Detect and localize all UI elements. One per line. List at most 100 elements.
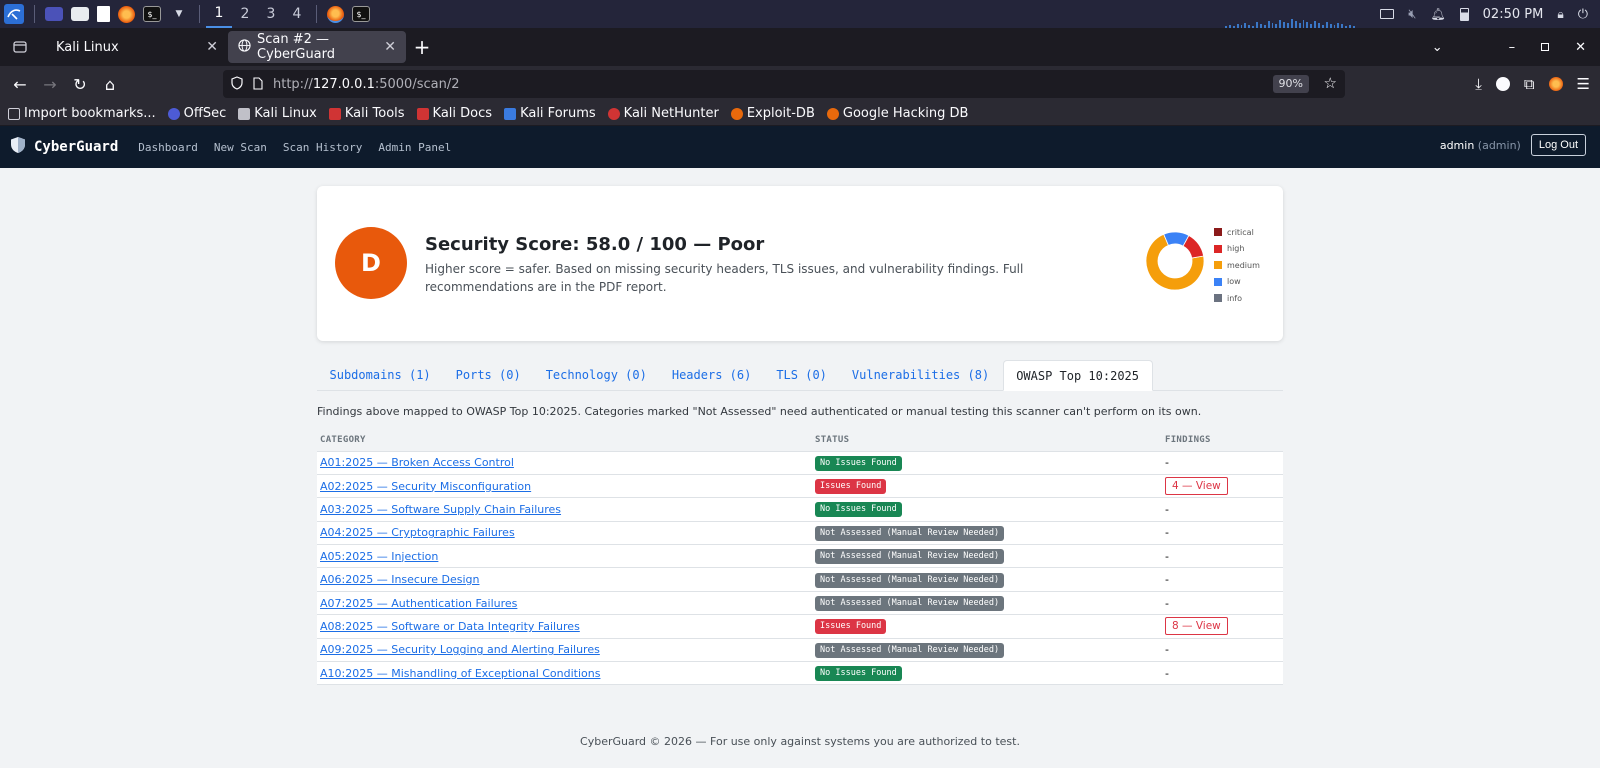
legend-item-info: info: [1214, 290, 1260, 307]
nav-scan-history[interactable]: Scan History: [283, 141, 362, 154]
close-icon[interactable]: ✕: [206, 39, 218, 55]
account-icon[interactable]: [1495, 77, 1510, 91]
view-findings-button[interactable]: 4 — View: [1165, 477, 1228, 496]
bookmark-offsec[interactable]: OffSec: [167, 106, 226, 121]
category-link[interactable]: A01:2025 — Broken Access Control: [320, 456, 514, 469]
category-link[interactable]: A07:2025 — Authentication Failures: [320, 597, 517, 610]
extensions-icon[interactable]: ⧉: [1524, 75, 1535, 93]
url-bar[interactable]: http://127.0.0.1:5000/scan/2 90% ☆: [223, 70, 1345, 98]
chevron-down-icon[interactable]: ▼: [169, 4, 189, 24]
tab-headers[interactable]: Headers (6): [659, 360, 763, 390]
zoom-level-badge[interactable]: 90%: [1272, 75, 1309, 93]
cell-status: Not Assessed (Manual Review Needed): [812, 567, 1162, 592]
reload-icon[interactable]: ↻: [65, 69, 95, 99]
brand-logo[interactable]: CyberGuard: [10, 136, 118, 158]
tab-list-chevron-icon[interactable]: ⌄: [1432, 40, 1443, 55]
tab-technology[interactable]: Technology (0): [533, 360, 659, 390]
mute-icon[interactable]: 🔇︎: [1408, 7, 1416, 22]
nav-dashboard[interactable]: Dashboard: [138, 141, 198, 154]
bookmark-exploit-db[interactable]: Exploit-DB: [730, 106, 815, 121]
findings-value: -: [1165, 596, 1169, 610]
display-icon[interactable]: [1380, 9, 1395, 19]
desktop-icon[interactable]: [45, 7, 63, 21]
firefox-window-icon[interactable]: [327, 5, 344, 23]
bookmark-import[interactable]: Import bookmarks...: [8, 106, 156, 121]
bookmark-google-hacking-db[interactable]: Google Hacking DB: [826, 106, 968, 121]
workspace-3[interactable]: 3: [258, 0, 284, 28]
nav-admin-panel[interactable]: Admin Panel: [378, 141, 451, 154]
cell-status: Issues Found: [812, 614, 1162, 639]
category-link[interactable]: A02:2025 — Security Misconfiguration: [320, 480, 531, 493]
tab-kali-linux[interactable]: Kali Linux ✕: [40, 31, 228, 63]
bookmark-kali-tools[interactable]: Kali Tools: [328, 106, 405, 121]
table-row: A02:2025 — Security Misconfiguration Issu…: [317, 474, 1283, 499]
category-link[interactable]: A06:2025 — Insecure Design: [320, 573, 479, 586]
legend-item-critical: critical: [1214, 224, 1260, 241]
kali-tools-icon: [328, 107, 341, 120]
text-editor-icon[interactable]: [97, 6, 110, 22]
tab-overview-icon[interactable]: [4, 31, 36, 63]
tab-owasp-top-10[interactable]: OWASP Top 10:2025: [1002, 360, 1153, 391]
maximize-icon[interactable]: [1541, 43, 1550, 51]
cell-findings: -: [1162, 661, 1283, 686]
user-info: admin (admin): [1440, 139, 1521, 152]
downloads-icon[interactable]: ⤓: [1475, 75, 1482, 93]
category-link[interactable]: A10:2025 — Mishandling of Exceptional Co…: [320, 667, 600, 680]
bookmark-kali-nethunter[interactable]: Kali NetHunter: [607, 106, 719, 121]
bookmark-star-icon[interactable]: ☆: [1324, 74, 1337, 92]
lock-icon[interactable]: 🔒︎: [1557, 7, 1563, 22]
notification-bell-icon[interactable]: 🔔︎: [1430, 7, 1445, 21]
shield-icon[interactable]: [231, 76, 243, 94]
category-link[interactable]: A04:2025 — Cryptographic Failures: [320, 526, 515, 539]
grade-badge: D: [335, 227, 407, 299]
file-manager-icon[interactable]: [71, 7, 89, 21]
cell-status: Not Assessed (Manual Review Needed): [812, 591, 1162, 616]
new-tab-button[interactable]: +: [406, 31, 438, 63]
tab-tls[interactable]: TLS (0): [764, 360, 840, 390]
clock[interactable]: 02:50 PM: [1483, 7, 1544, 22]
bookmark-kali-linux[interactable]: Kali Linux: [238, 106, 317, 121]
taskbar-separator: [199, 5, 200, 23]
workspace-4[interactable]: 4: [284, 0, 310, 28]
tab-subdomains[interactable]: Subdomains (1): [317, 360, 443, 390]
tab-vulnerabilities[interactable]: Vulnerabilities (8): [839, 360, 1001, 390]
bookmark-label: Kali Docs: [432, 106, 493, 121]
tab-scan-2[interactable]: Scan #2 — CyberGuard ✕: [228, 31, 406, 63]
nav-new-scan[interactable]: New Scan: [214, 141, 267, 154]
battery-icon[interactable]: [1459, 7, 1469, 21]
firefox-icon[interactable]: [118, 5, 135, 23]
bookmark-kali-docs[interactable]: Kali Docs: [416, 106, 493, 121]
back-arrow-icon[interactable]: ←: [5, 69, 35, 99]
tab-ports[interactable]: Ports (0): [443, 360, 533, 390]
legend-swatch: [1214, 277, 1222, 286]
forward-arrow-icon[interactable]: →: [35, 69, 65, 99]
category-link[interactable]: A05:2025 — Injection: [320, 550, 438, 563]
close-window-icon[interactable]: ✕: [1575, 40, 1586, 55]
close-icon[interactable]: ✕: [384, 39, 396, 55]
minimize-icon[interactable]: –: [1509, 40, 1516, 55]
kali-menu-icon[interactable]: [4, 4, 24, 24]
bookmark-label: Kali Linux: [254, 106, 317, 121]
category-link[interactable]: A09:2025 — Security Logging and Alerting…: [320, 643, 600, 656]
cell-status: No Issues Found: [812, 497, 1162, 522]
category-link[interactable]: A03:2025 — Software Supply Chain Failure…: [320, 503, 561, 516]
menu-hamburger-icon[interactable]: ☰: [1577, 75, 1590, 93]
page-icon[interactable]: [253, 77, 263, 94]
view-findings-button[interactable]: 8 — View: [1165, 617, 1228, 636]
category-link[interactable]: A08:2025 — Software or Data Integrity Fa…: [320, 620, 580, 633]
power-icon[interactable]: ⏻: [1578, 7, 1588, 22]
os-taskbar: $_ ▼ 1 2 3 4 $_ 🔇︎ 🔔︎ 02:50 PM 🔒︎ ⏻: [0, 0, 1600, 28]
status-badge: No Issues Found: [815, 502, 902, 518]
exploit-db-icon: [730, 107, 743, 120]
home-icon[interactable]: ⌂: [95, 69, 125, 99]
legend-label: critical: [1227, 227, 1254, 237]
logout-button[interactable]: Log Out: [1530, 134, 1586, 156]
workspace-1[interactable]: 1: [206, 0, 232, 28]
url-text[interactable]: http://127.0.0.1:5000/scan/2: [273, 77, 459, 92]
terminal-window-icon[interactable]: $_: [352, 6, 370, 22]
workspace-2[interactable]: 2: [232, 0, 258, 28]
terminal-icon[interactable]: $_: [143, 6, 161, 22]
status-badge: Not Assessed (Manual Review Needed): [815, 596, 1005, 612]
firefox-profile-icon[interactable]: [1548, 77, 1563, 91]
bookmark-kali-forums[interactable]: Kali Forums: [504, 106, 596, 121]
